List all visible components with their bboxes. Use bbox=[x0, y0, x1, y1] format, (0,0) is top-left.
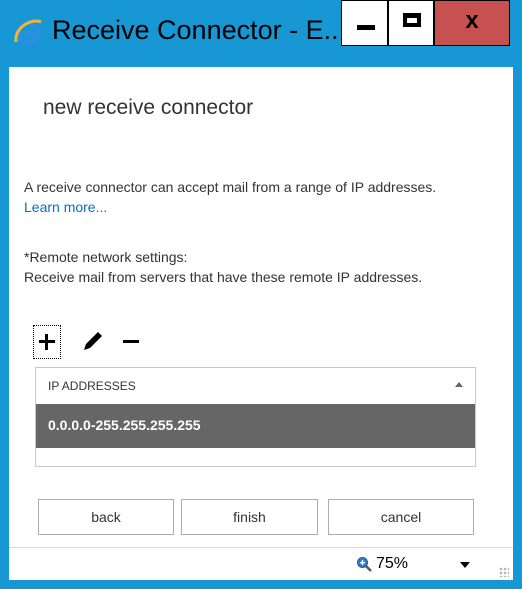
sort-ascending-icon bbox=[455, 382, 463, 387]
internet-explorer-icon bbox=[14, 19, 42, 46]
learn-more-link[interactable]: Learn more... bbox=[24, 199, 107, 215]
page-title: new receive connector bbox=[43, 96, 254, 119]
zoom-level[interactable]: 75% bbox=[376, 555, 408, 573]
minimize-icon bbox=[357, 25, 375, 30]
table-header[interactable]: IP ADDRESSES bbox=[36, 368, 475, 405]
maximize-button[interactable] bbox=[388, 0, 434, 46]
status-bar: 75% bbox=[9, 547, 513, 580]
title-bar[interactable]: Receive Connector - E... x bbox=[0, 0, 522, 67]
window-frame-bottom bbox=[0, 580, 522, 589]
back-button[interactable]: back bbox=[38, 499, 174, 535]
remote-settings-description: Receive mail from servers that have thes… bbox=[24, 269, 423, 285]
pencil-icon bbox=[84, 332, 102, 350]
magnifier-icon bbox=[357, 557, 372, 572]
maximize-icon bbox=[403, 13, 421, 27]
add-ip-button[interactable] bbox=[33, 325, 61, 359]
window-frame-right bbox=[513, 67, 522, 589]
remote-settings-label: *Remote network settings: bbox=[24, 249, 188, 265]
table-row[interactable]: 0.0.0.0-255.255.255.255 bbox=[36, 404, 475, 448]
edit-ip-button[interactable] bbox=[79, 325, 107, 359]
cancel-button[interactable]: cancel bbox=[328, 499, 474, 535]
ip-addresses-table: IP ADDRESSES 0.0.0.0-255.255.255.255 bbox=[35, 367, 476, 467]
close-icon: x bbox=[465, 7, 479, 34]
ip-range-cell: 0.0.0.0-255.255.255.255 bbox=[48, 417, 201, 433]
window-title: Receive Connector - E... bbox=[52, 15, 347, 45]
finish-button[interactable]: finish bbox=[181, 499, 318, 535]
close-button[interactable]: x bbox=[434, 0, 510, 46]
intro-paragraph: A receive connector can accept mail from… bbox=[24, 177, 464, 217]
window-frame-left bbox=[0, 67, 9, 589]
resize-grip-icon[interactable] bbox=[499, 567, 509, 577]
remove-ip-button[interactable] bbox=[119, 325, 147, 359]
remote-settings-section: *Remote network settings: Receive mail f… bbox=[24, 247, 464, 287]
dialog-content: new receive connector A receive connecto… bbox=[9, 67, 513, 547]
column-header-ip-addresses: IP ADDRESSES bbox=[48, 379, 136, 393]
intro-text: A receive connector can accept mail from… bbox=[24, 179, 437, 195]
zoom-dropdown-icon[interactable] bbox=[460, 562, 470, 568]
receive-connector-window: Receive Connector - E... x new receive c… bbox=[0, 0, 522, 589]
minimize-button[interactable] bbox=[341, 0, 388, 46]
